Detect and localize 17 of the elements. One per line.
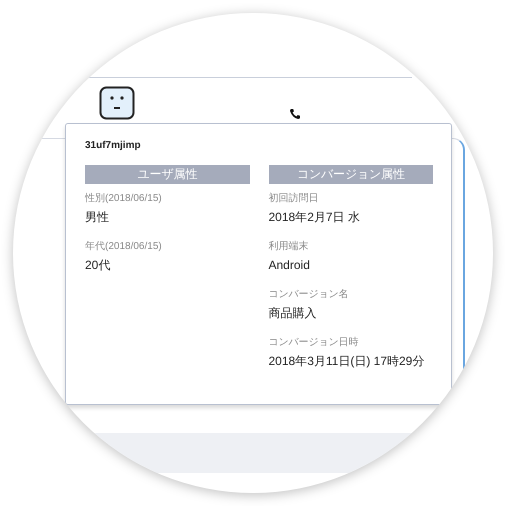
field-label: 初回訪問日 (268, 192, 320, 206)
user-id: 31uf7mjimp (85, 140, 142, 151)
field-label: 年代(2018/06/15) (85, 240, 163, 254)
field-label: 性別(2018/06/15) (85, 192, 163, 206)
field-label: コンバージョン名 (268, 288, 350, 302)
field-label: 利用端末 (268, 240, 310, 254)
robot-face-icon (99, 86, 135, 122)
field-value: 2018年2月7日 水 (268, 209, 361, 226)
field-label: コンバージョン日時 (268, 336, 360, 350)
section-header: コンバージョン属性 (268, 165, 433, 184)
field-value: 20代 (85, 257, 112, 274)
field-value: 男性 (85, 209, 110, 226)
field-value: 商品購入 (268, 305, 318, 322)
section-header: ユーザ属性 (85, 165, 250, 184)
field-value: Android (268, 257, 311, 274)
field-value: 2018年3月11日(日) 17時29分 (268, 353, 426, 370)
phone-icon (289, 108, 301, 120)
